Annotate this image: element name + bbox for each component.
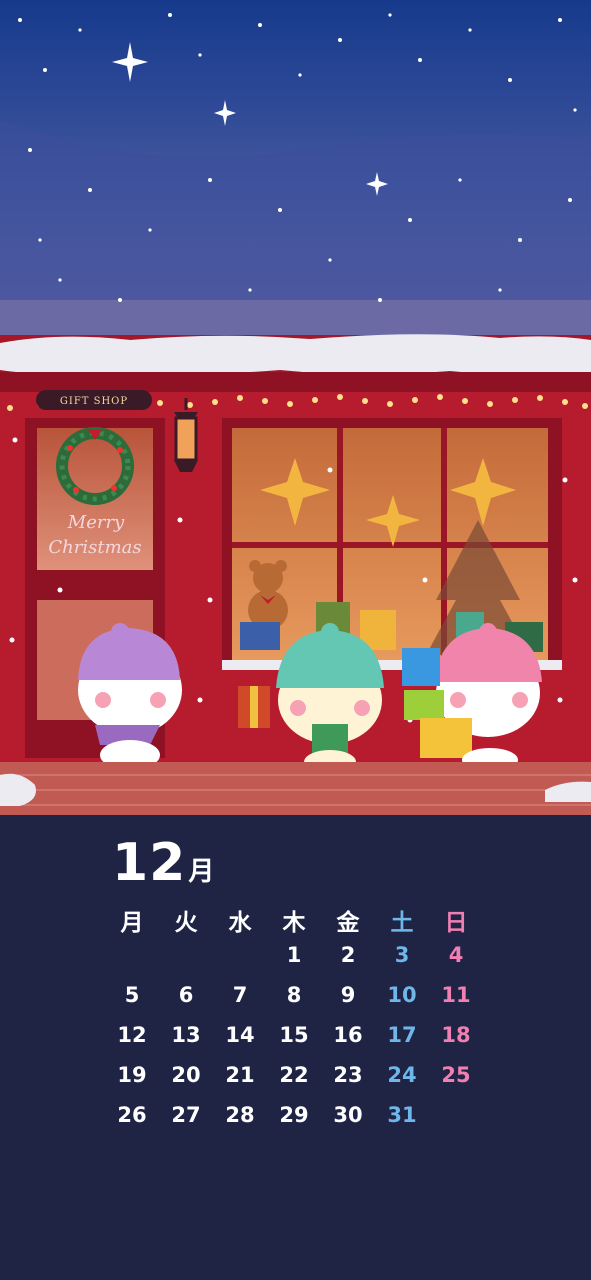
day-cell: 11 [441, 983, 471, 1007]
day-cell: 27 [171, 1103, 201, 1127]
month-title: 12月 [112, 833, 214, 893]
day-cell: 23 [333, 1063, 363, 1087]
weekday-thu: 木 [282, 910, 306, 936]
day-cell: 22 [279, 1063, 309, 1087]
day-cell: 30 [333, 1103, 363, 1127]
day-cell: 28 [225, 1103, 255, 1127]
day-cell: 5 [124, 983, 140, 1007]
christmas-shop-illustration: GIFT SHOP Merry Christmas [0, 0, 591, 815]
weekday-wed: 水 [228, 910, 252, 936]
month-number: 12 [112, 833, 187, 893]
day-cell: 9 [340, 983, 356, 1007]
day-cell: 31 [387, 1103, 417, 1127]
day-cell: 29 [279, 1103, 309, 1127]
christmas-text: Christmas [48, 537, 141, 558]
day-cell: 21 [225, 1063, 255, 1087]
weekday-tue: 火 [174, 910, 198, 936]
day-cell: 20 [171, 1063, 201, 1087]
day-cell: 1 [286, 943, 302, 967]
weekday-mon: 月 [120, 910, 144, 936]
gift-box-left [238, 686, 270, 728]
day-cell: 19 [117, 1063, 147, 1087]
day-cell: 24 [387, 1063, 417, 1087]
day-cell: 10 [387, 983, 417, 1007]
day-cell: 26 [117, 1103, 147, 1127]
day-cell: 16 [333, 1023, 363, 1047]
day-cell: 17 [387, 1023, 417, 1047]
day-cell: 13 [171, 1023, 201, 1047]
day-cell: 3 [394, 943, 410, 967]
day-cell: 6 [178, 983, 194, 1007]
day-cell: 8 [286, 983, 302, 1007]
weekday-sat: 土 [390, 910, 414, 936]
day-cell: 12 [117, 1023, 147, 1047]
weekday-fri: 金 [336, 910, 360, 936]
merry-text: Merry [67, 512, 125, 533]
day-cell: 25 [441, 1063, 471, 1087]
calendar-panel: 12月 月 火 水 木 金 土 日 1 2 3 4 5 6 7 8 9 10 1… [0, 815, 591, 1280]
shop-sign-text: GIFT SHOP [60, 396, 128, 407]
weekday-sun: 日 [444, 910, 468, 936]
day-cell: 14 [225, 1023, 255, 1047]
day-cell: 15 [279, 1023, 309, 1047]
sidewalk [0, 762, 591, 815]
day-cell: 4 [448, 943, 464, 967]
shop-trim [0, 372, 591, 392]
day-cell: 2 [340, 943, 356, 967]
roof-snow [0, 334, 591, 375]
day-cell: 18 [441, 1023, 471, 1047]
month-unit: 月 [188, 857, 215, 887]
day-cell: 7 [232, 983, 248, 1007]
